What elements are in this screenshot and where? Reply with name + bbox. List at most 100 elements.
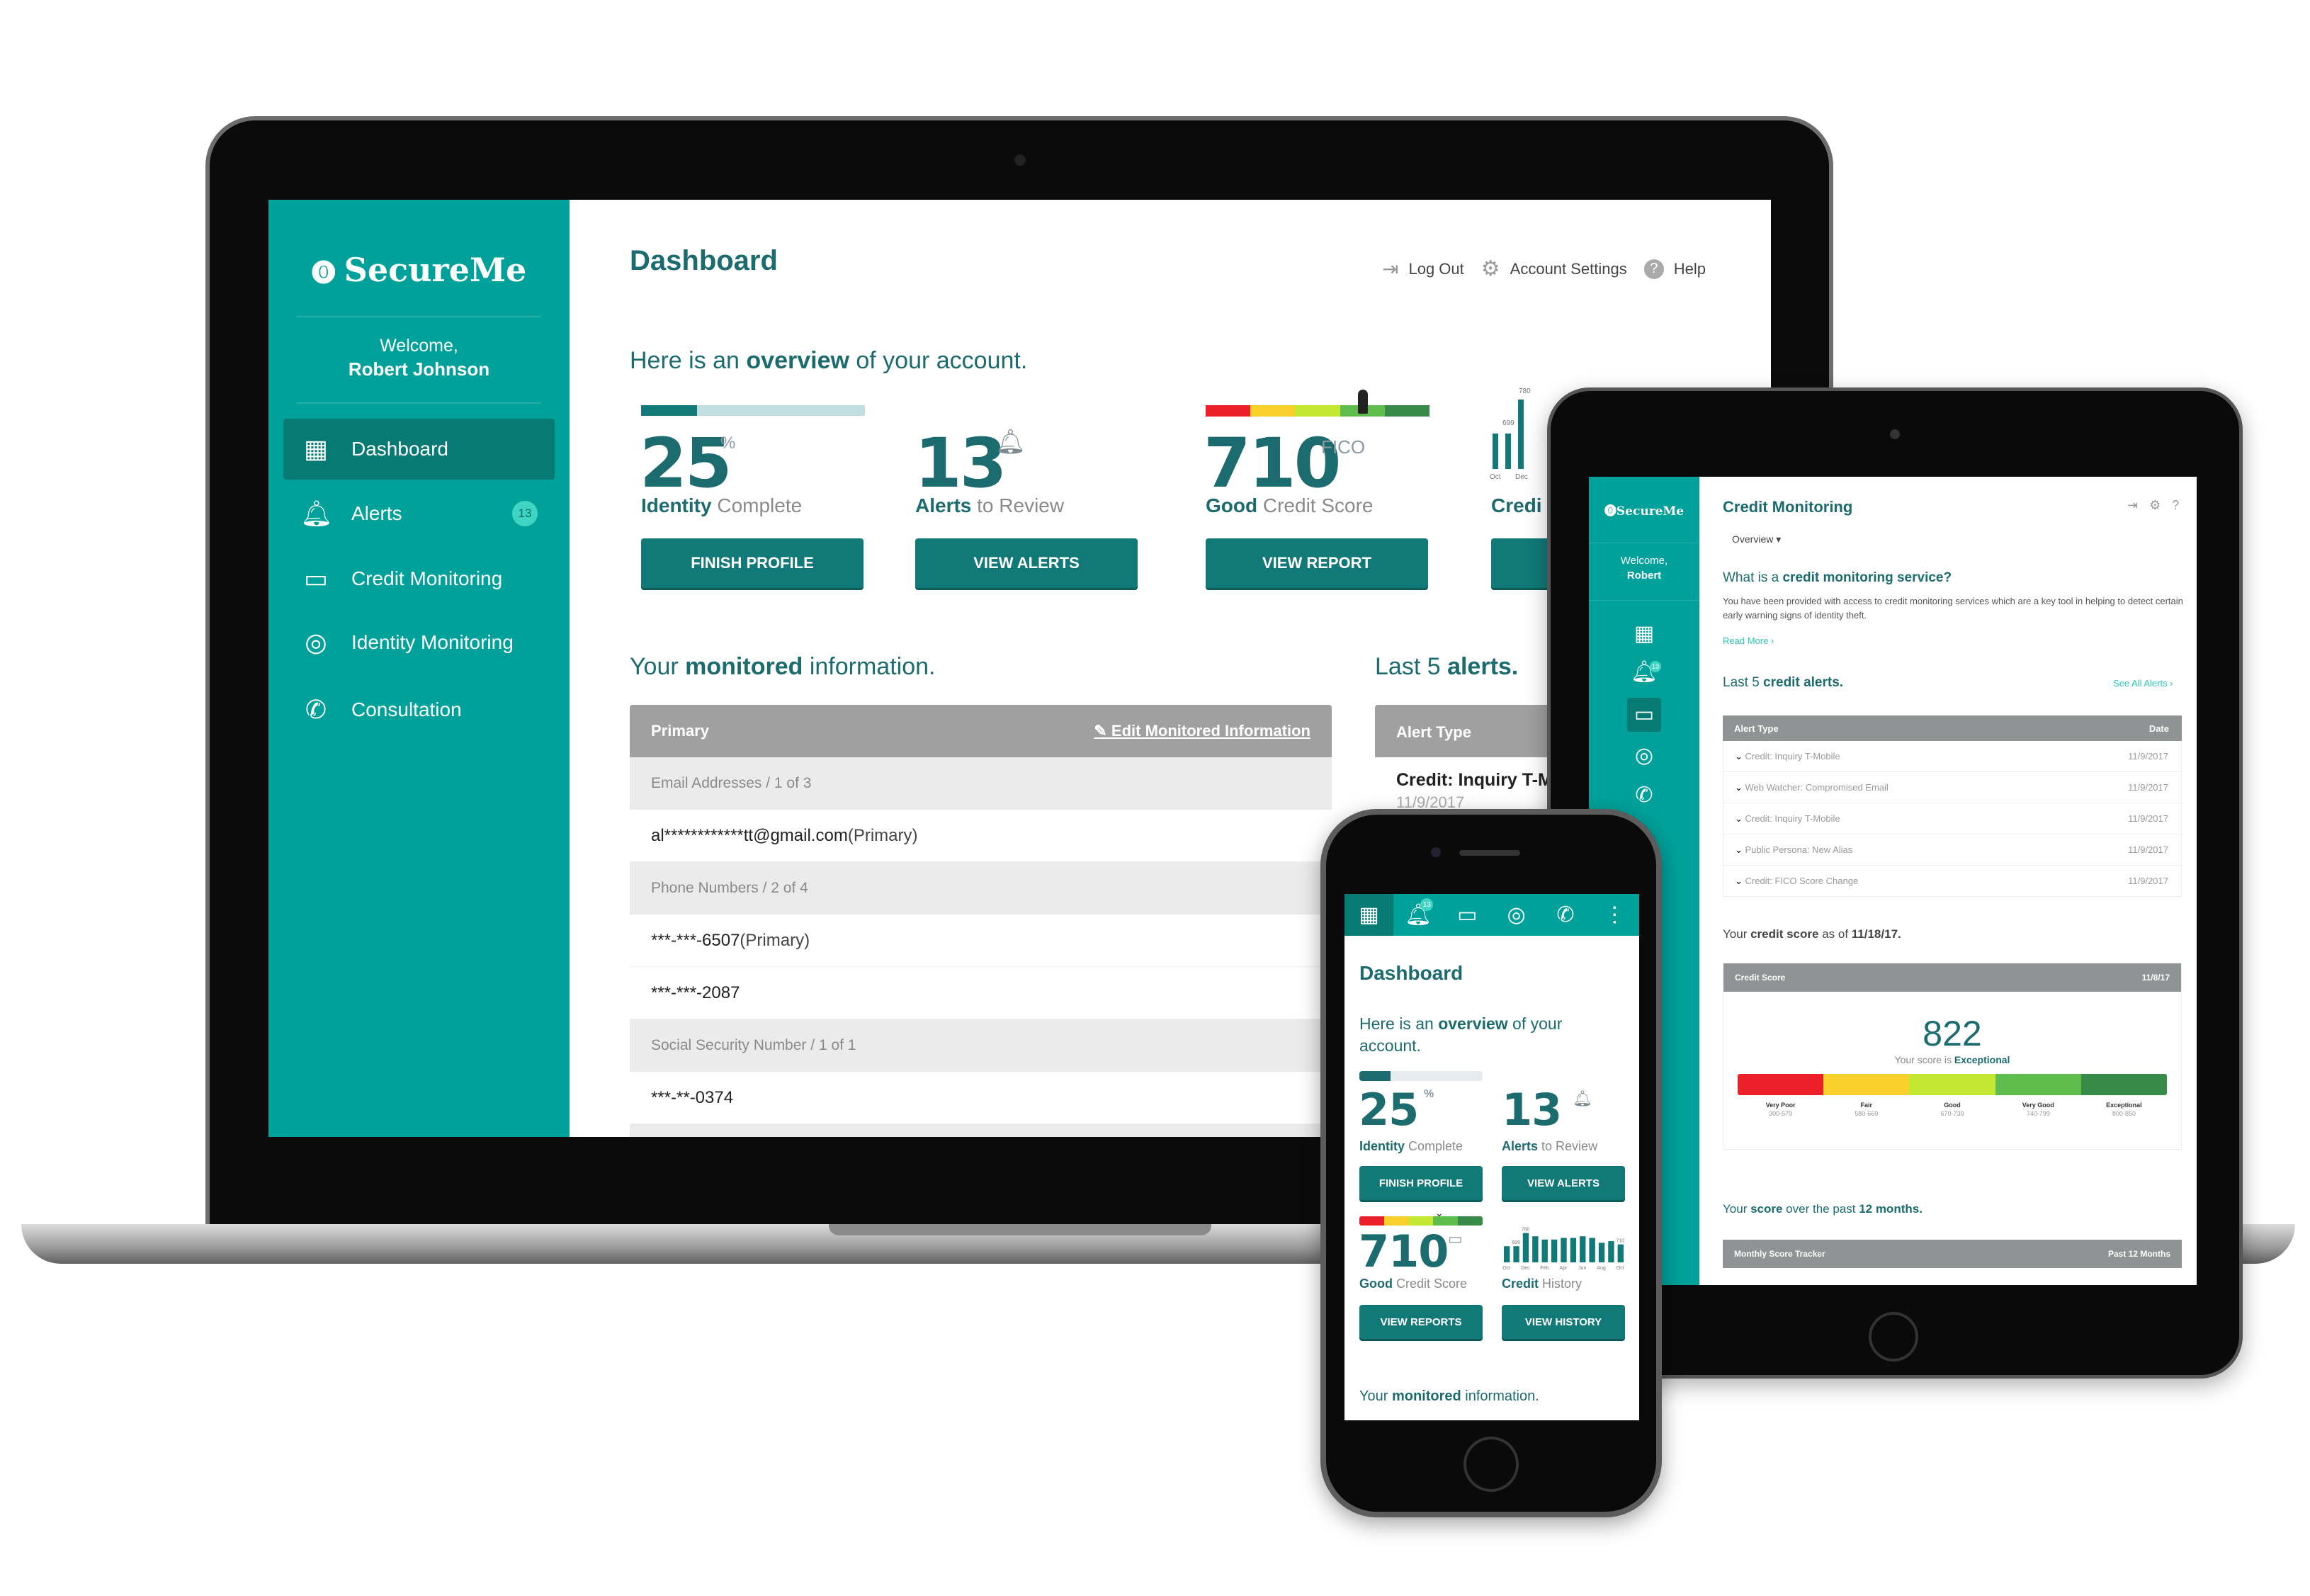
- phone-home-button[interactable]: [1463, 1437, 1519, 1492]
- tablet-camera: [1890, 429, 1900, 439]
- header-icons: ⇥ ⚙?: [2127, 498, 2197, 513]
- help-icon[interactable]: ?: [2172, 498, 2179, 513]
- alerts-label: Alerts to Review: [915, 494, 1065, 516]
- identity-percent: 25: [1359, 1084, 1419, 1136]
- score-band: [1909, 1074, 1995, 1095]
- dashboard-icon[interactable]: ▦: [1589, 621, 1699, 646]
- finish-profile-button[interactable]: FINISH PROFILE: [1359, 1166, 1483, 1200]
- more-vertical-icon[interactable]: ⋮: [1590, 894, 1639, 936]
- score-band: [1408, 1216, 1434, 1226]
- credit-card-icon: ▭: [303, 564, 328, 593]
- fingerprint-icon: ◎: [305, 628, 327, 657]
- overview-dropdown[interactable]: Overview ▾: [1732, 533, 1781, 545]
- phone-icon[interactable]: ✆: [1541, 894, 1590, 936]
- percent-sup: %: [1424, 1088, 1434, 1100]
- tablet-home-button[interactable]: [1869, 1312, 1918, 1362]
- band-label: Very Good 740-799: [2022, 1102, 2054, 1117]
- history-bar: [1589, 1238, 1595, 1262]
- score-value: 822: [1923, 1014, 1982, 1053]
- alert-row[interactable]: ⌄ Credit: Inquiry T-Mobile 11/9/2017: [1723, 803, 2182, 834]
- alert-row[interactable]: ⌄ Public Persona: New Alias 11/9/2017: [1723, 834, 2182, 866]
- bell-icon[interactable]: 🔔︎ 13: [1589, 660, 1699, 684]
- tracker-header: Monthly Score Tracker Past 12 Months: [1723, 1240, 2182, 1268]
- credit-card-icon[interactable]: ▭: [1627, 698, 1661, 732]
- logo[interactable]: ⓿ SecureMe: [268, 251, 570, 289]
- page-title: Credit Monitoring: [1723, 498, 1853, 516]
- sidebar-item-credit-monitoring[interactable]: ▭ Credit Monitoring: [283, 548, 555, 609]
- alert-row[interactable]: Credit: Inquiry T-M: [1396, 770, 1553, 791]
- month-label: Oct: [1617, 1266, 1624, 1271]
- credit-score-bar: [1359, 1216, 1483, 1226]
- history-bar: [1504, 1246, 1510, 1262]
- alert-row[interactable]: ⌄ Credit: Inquiry T-Mobile 11/9/2017: [1723, 741, 2182, 772]
- history-bar: [1513, 1246, 1519, 1262]
- caret-down-icon: ▾: [1776, 533, 1782, 545]
- phone-screen: ▦ 🔔︎ 13 ▭ ◎ ✆ ⋮ Dashboard Here is an over…: [1344, 894, 1639, 1420]
- table-row: ***-**-0374: [630, 1072, 1332, 1124]
- see-all-alerts-link[interactable]: See All Alerts ›: [2113, 678, 2173, 689]
- score-band: [2080, 1074, 2167, 1095]
- credit-history-label: Credit History: [1502, 1277, 1583, 1291]
- score-caption: Your score is Exceptional: [1894, 1054, 2010, 1065]
- alert-row[interactable]: ⌄ Credit: FICO Score Change 11/9/2017: [1723, 866, 2182, 897]
- fingerprint-icon[interactable]: ◎: [1492, 894, 1541, 936]
- credit-score-value: 710: [1359, 1226, 1449, 1277]
- history-bar: [1561, 1238, 1567, 1262]
- history-bar: [1551, 1239, 1558, 1262]
- phone-nav-bar: ▦ 🔔︎ 13 ▭ ◎ ✆ ⋮: [1344, 894, 1639, 936]
- divider: [1589, 600, 1699, 601]
- view-alerts-button[interactable]: VIEW ALERTS: [915, 538, 1138, 588]
- view-history-button[interactable]: VIEW HISTORY: [1502, 1305, 1625, 1339]
- alert-row[interactable]: ⌄ Web Watcher: Compromised Email 11/9/201…: [1723, 772, 2182, 803]
- view-alerts-button[interactable]: VIEW ALERTS: [1502, 1166, 1625, 1200]
- help-link[interactable]: Help: [1674, 260, 1706, 278]
- view-reports-button[interactable]: VIEW REPORTS: [1359, 1305, 1483, 1339]
- overview-heading: Here is an overview of your account.: [1359, 1014, 1563, 1055]
- logout-icon[interactable]: ⇥: [2127, 498, 2138, 513]
- finish-profile-button[interactable]: FINISH PROFILE: [641, 538, 864, 588]
- welcome-text: Welcome,: [380, 336, 458, 356]
- score-band: [1823, 1074, 1910, 1095]
- table-row: ***-***-6507 (Primary): [630, 915, 1332, 967]
- value-label: 780: [1522, 1228, 1530, 1233]
- tablet-screen: ⓿SecureMe Welcome, Robert ▦ 🔔︎ 13 ▭ ◎ ✆ C…: [1589, 477, 2197, 1285]
- page-title: Dashboard: [630, 245, 778, 276]
- account-settings-link[interactable]: Account Settings: [1510, 260, 1627, 278]
- phone-speaker: [1459, 850, 1520, 856]
- history-bar: [1570, 1238, 1577, 1262]
- alerts-badge: 13: [1420, 898, 1434, 911]
- edit-monitored-link[interactable]: ✎ Edit Monitored Information: [1094, 722, 1310, 740]
- value-label: 699: [1512, 1240, 1520, 1245]
- bell-icon[interactable]: 🔔︎ 13: [1393, 894, 1442, 936]
- phone-icon: ✆: [305, 695, 327, 724]
- dashboard-icon[interactable]: ▦: [1344, 894, 1394, 936]
- logo[interactable]: ⓿SecureMe: [1589, 501, 1699, 519]
- sidebar-item-dashboard[interactable]: ▦ Dashboard: [283, 419, 555, 480]
- history-bar: [1598, 1243, 1605, 1262]
- score-band: [1206, 405, 1251, 417]
- phone-icon[interactable]: ✆: [1589, 783, 1699, 808]
- group-row: [630, 1124, 1332, 1137]
- sidebar-item-consultation[interactable]: ✆ Consultation: [283, 679, 555, 740]
- sidebar-item-identity-monitoring[interactable]: ◎ Identity Monitoring: [283, 612, 555, 673]
- gear-icon[interactable]: ⚙: [2149, 498, 2161, 513]
- read-more-link[interactable]: Read More ›: [1723, 635, 1774, 646]
- alerts-badge: 13: [1650, 661, 1661, 672]
- chart-label: Dec: [1515, 473, 1528, 481]
- welcome-text: Welcome,: [1620, 555, 1668, 567]
- credit-card-icon[interactable]: ▭: [1443, 894, 1492, 936]
- logout-link[interactable]: Log Out: [1408, 260, 1463, 278]
- view-report-button[interactable]: VIEW REPORT: [1206, 538, 1428, 588]
- what-heading: What is a credit monitoring service?: [1723, 570, 1952, 585]
- month-label: Feb: [1540, 1266, 1549, 1271]
- credit-score-card: Credit Score 11/8/17 822 Your score is Ex…: [1723, 963, 2182, 1150]
- history-bar: [1518, 400, 1524, 469]
- sidebar-item-alerts[interactable]: 🔔︎ Alerts 13: [283, 483, 555, 544]
- fingerprint-icon[interactable]: ◎: [1589, 743, 1699, 768]
- score-marker-icon: [1358, 390, 1368, 414]
- divider: [297, 316, 541, 317]
- monitored-table: Primary ✎ Edit Monitored Information Ema…: [630, 705, 1332, 1137]
- chart-label: Oct: [1490, 473, 1501, 481]
- table-row: al************tt@gmail.com (Primary): [630, 810, 1332, 862]
- history-bar: [1493, 434, 1498, 469]
